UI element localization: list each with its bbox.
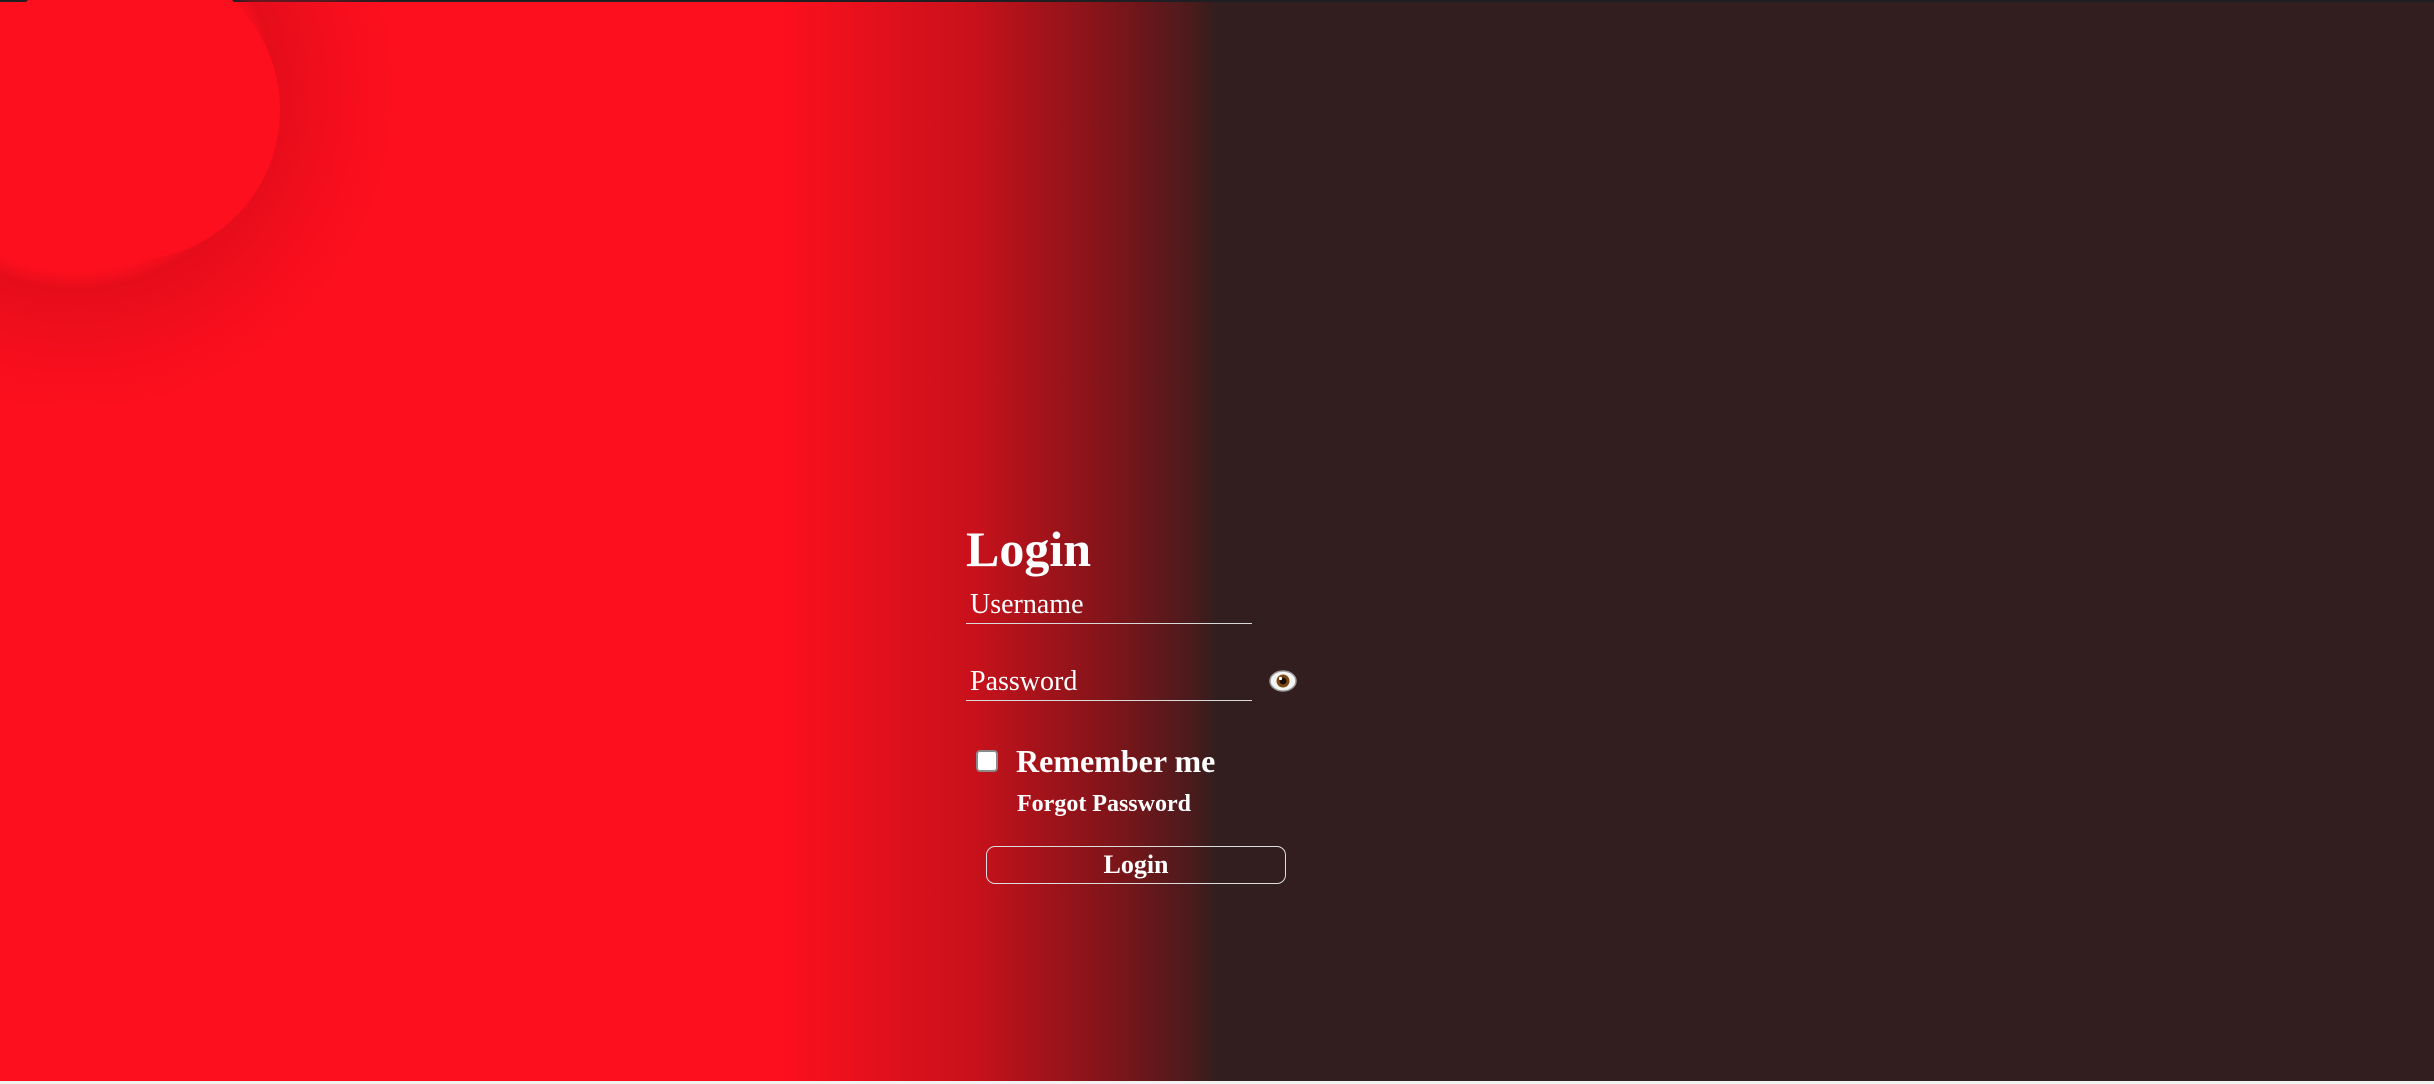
login-page: Login Remember me Forgot Password Login	[0, 0, 2434, 1084]
username-input[interactable]	[966, 587, 1252, 623]
password-input[interactable]	[966, 664, 1252, 700]
show-password-toggle[interactable]	[1268, 668, 1298, 694]
password-field	[966, 664, 1297, 701]
login-form: Login Remember me Forgot Password Login	[966, 515, 1326, 884]
remember-me-checkbox[interactable]	[976, 750, 998, 772]
login-button[interactable]: Login	[986, 846, 1286, 884]
eye-icon	[1269, 670, 1297, 692]
remember-me-row: Remember me	[966, 741, 1326, 781]
forgot-password-link[interactable]: Forgot Password	[1017, 791, 1326, 818]
remember-me-label: Remember me	[1016, 742, 1216, 779]
username-field	[966, 587, 1252, 624]
login-title: Login	[966, 521, 1092, 577]
